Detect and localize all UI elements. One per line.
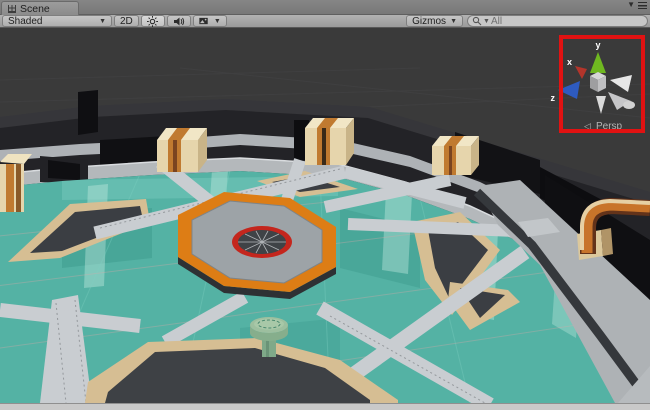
axis-z-label: z	[551, 93, 556, 103]
effects-dropdown-button[interactable]: ▼	[192, 15, 227, 27]
2d-toggle-button[interactable]: 2D	[114, 15, 139, 27]
gizmos-label: Gizmos	[412, 15, 447, 27]
tab-bar: Scene ▼	[0, 0, 650, 15]
speaker-icon	[173, 17, 184, 25]
chevron-down-icon: ▼	[213, 17, 221, 25]
axis-y-label: y	[595, 40, 600, 50]
2d-label: 2D	[120, 15, 133, 27]
scene-viewport: y x z ◁ Persp	[0, 28, 650, 410]
search-input[interactable]	[490, 15, 643, 27]
crate-left	[157, 128, 207, 172]
image-icon	[199, 17, 208, 25]
scene-grid-icon	[8, 4, 16, 13]
scene-toolbar: Shaded ▼ 2D ▼ Gizmos ▼ ▼ All	[0, 15, 650, 28]
gizmo-cube[interactable]	[590, 72, 606, 92]
chevron-down-icon: ▼	[483, 17, 490, 25]
chevron-down-icon: ▼	[99, 17, 106, 25]
shading-mode-dropdown[interactable]: Shaded ▼	[2, 15, 112, 27]
audio-toggle-button[interactable]	[166, 15, 191, 27]
bottom-status-bar	[0, 403, 650, 410]
shading-mode-label: Shaded	[8, 15, 43, 27]
projection-arrow-icon: ◁	[584, 121, 591, 131]
scene-window: Scene ▼ Shaded ▼ 2D ▼ Gizmos ▼ ▼ All y x…	[0, 0, 650, 410]
crate-right	[432, 136, 479, 175]
projection-label[interactable]: Persp	[596, 121, 623, 132]
scene-3d-view[interactable]: y x z ◁ Persp	[0, 28, 650, 410]
tab-scene[interactable]: Scene	[1, 1, 79, 15]
window-menu[interactable]: ▼	[627, 1, 647, 9]
sun-icon	[147, 15, 159, 27]
chevron-down-icon: ▼	[450, 17, 457, 25]
gizmos-dropdown[interactable]: Gizmos ▼	[406, 15, 463, 27]
chevron-down-icon[interactable]: ▼	[627, 1, 635, 9]
tab-label: Scene	[20, 2, 50, 15]
scene-search-field[interactable]: ▼	[467, 15, 648, 27]
menu-icon[interactable]	[638, 1, 647, 9]
axis-x-label: x	[567, 57, 572, 67]
lighting-toggle-button[interactable]	[140, 15, 165, 27]
search-icon	[472, 16, 482, 26]
crate-center	[305, 118, 354, 165]
